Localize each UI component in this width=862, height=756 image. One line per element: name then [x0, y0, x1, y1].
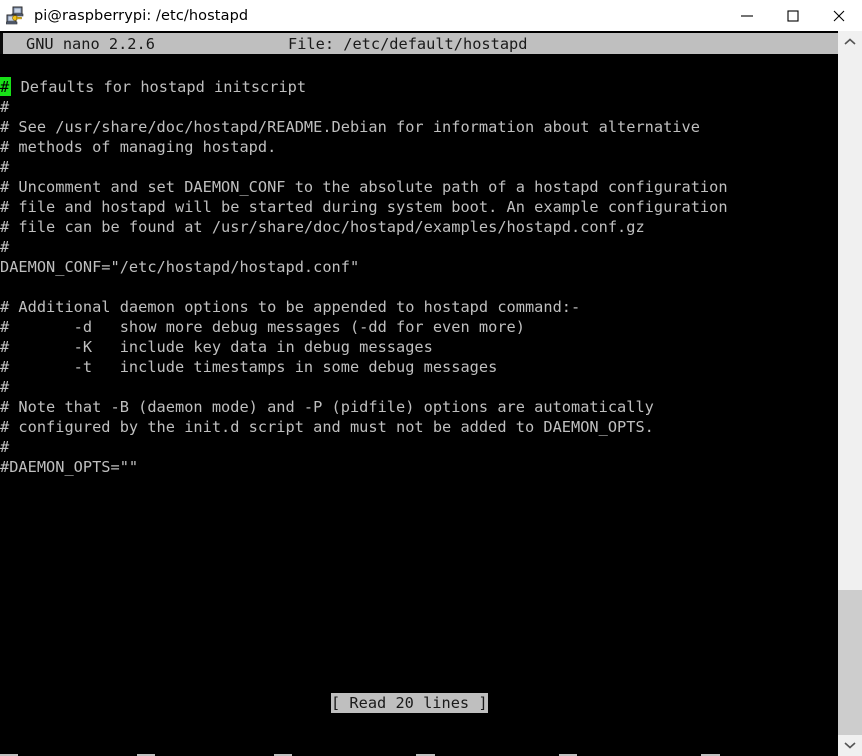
nano-status-line: [ Read 20 lines ]	[0, 693, 838, 713]
editor-line: #	[0, 437, 838, 457]
editor-line-text: #	[0, 378, 10, 396]
nano-shortcut-bar: ^G Get Help^O WriteOut^R Read File^Y Pre…	[0, 713, 838, 756]
editor-line-text: DAEMON_CONF="/etc/hostapd/hostapd.conf"	[0, 258, 360, 276]
editor-line-text: #	[0, 238, 10, 256]
nano-editor-area[interactable]: # Defaults for hostapd initscript # # See …	[0, 77, 838, 477]
editor-line: #	[0, 377, 838, 397]
nano-version-label: GNU nano 2.2.6	[26, 35, 155, 53]
window-titlebar[interactable]: pi@raspberrypi: /etc/hostapd	[0, 0, 862, 31]
editor-line: DAEMON_CONF="/etc/hostapd/hostapd.conf"	[0, 257, 838, 277]
close-button[interactable]	[816, 0, 862, 31]
minimize-button[interactable]	[724, 0, 770, 31]
nano-header-bar: GNU nano 2.2.6 File: /etc/default/hostap…	[0, 33, 838, 54]
editor-line-text: # Note that -B (daemon mode) and -P (pid…	[0, 398, 654, 416]
editor-line: # methods of managing hostapd.	[0, 137, 838, 157]
editor-line-text: # Uncomment and set DAEMON_CONF to the a…	[0, 178, 728, 196]
editor-line: # configured by the init.d script and mu…	[0, 417, 838, 437]
maximize-button[interactable]	[770, 0, 816, 31]
text-cursor: #	[0, 77, 12, 96]
editor-line-text: # -t include timestamps in some debug me…	[0, 358, 498, 376]
editor-line-text: #	[0, 98, 10, 116]
editor-line-text: # file can be found at /usr/share/doc/ho…	[0, 218, 645, 236]
putty-icon	[5, 6, 26, 26]
window-controls	[724, 0, 862, 31]
editor-line: # Defaults for hostapd initscript	[0, 77, 838, 97]
editor-line-text: # Additional daemon options to be append…	[0, 298, 581, 316]
editor-line-text: # -d show more debug messages (-dd for e…	[0, 318, 525, 336]
editor-line: #DAEMON_OPTS=""	[0, 457, 838, 477]
chevron-up-icon[interactable]	[838, 31, 862, 53]
putty-window: pi@raspberrypi: /etc/hostapd GNU nano 2.…	[0, 0, 862, 756]
editor-line-text: #	[0, 438, 10, 456]
editor-line-text: #	[0, 158, 10, 176]
editor-line: #	[0, 157, 838, 177]
editor-line-text: # See /usr/share/doc/hostapd/README.Debi…	[0, 118, 700, 136]
editor-line: # See /usr/share/doc/hostapd/README.Debi…	[0, 117, 838, 137]
editor-line: # file can be found at /usr/share/doc/ho…	[0, 217, 838, 237]
editor-line-text: # file and hostapd will be started durin…	[0, 198, 728, 216]
editor-line: # -d show more debug messages (-dd for e…	[0, 317, 838, 337]
editor-line-text: # -K include key data in debug messages	[0, 338, 433, 356]
editor-line: #	[0, 97, 838, 117]
editor-line: # -t include timestamps in some debug me…	[0, 357, 838, 377]
scrollbar-thumb[interactable]	[838, 590, 862, 735]
editor-line: # Additional daemon options to be append…	[0, 297, 838, 317]
editor-line-text: # methods of managing hostapd.	[0, 138, 277, 156]
editor-line: # file and hostapd will be started durin…	[0, 197, 838, 217]
chevron-down-icon[interactable]	[838, 734, 862, 756]
nano-filename-label: File: /etc/default/hostapd	[288, 35, 528, 53]
editor-line: # Note that -B (daemon mode) and -P (pid…	[0, 397, 838, 417]
editor-line: # Uncomment and set DAEMON_CONF to the a…	[0, 177, 838, 197]
editor-line-text: #DAEMON_OPTS=""	[0, 458, 139, 476]
editor-line: #	[0, 237, 838, 257]
editor-line-text: # configured by the init.d script and mu…	[0, 418, 654, 436]
editor-line-text: Defaults for hostapd initscript	[11, 78, 307, 96]
editor-line: # -K include key data in debug messages	[0, 337, 838, 357]
window-title: pi@raspberrypi: /etc/hostapd	[34, 7, 249, 24]
status-message: [ Read 20 lines ]	[331, 693, 488, 713]
vertical-scrollbar[interactable]	[838, 31, 862, 756]
terminal-screen[interactable]: GNU nano 2.2.6 File: /etc/default/hostap…	[0, 31, 838, 756]
